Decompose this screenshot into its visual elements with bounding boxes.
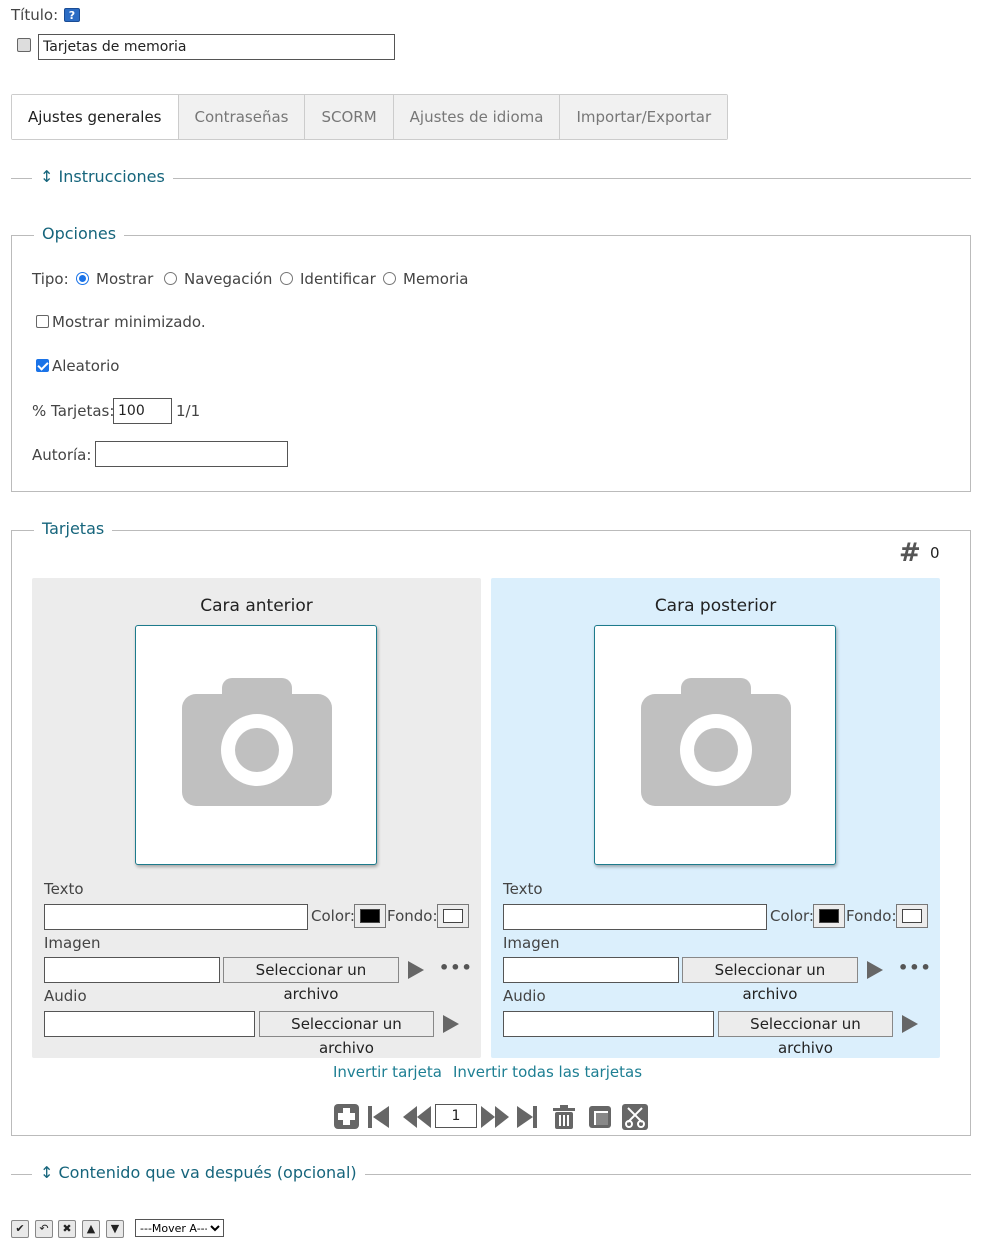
back-audio-label: Audio xyxy=(503,987,546,1005)
hash-icon: # xyxy=(899,538,921,568)
help-icon[interactable]: ? xyxy=(64,8,80,22)
back-image-select-button[interactable]: Seleccionar un archivo xyxy=(682,957,858,1003)
title-input[interactable] xyxy=(38,34,395,60)
back-text-label: Texto xyxy=(503,880,543,898)
edit-icon[interactable] xyxy=(17,38,31,52)
options-legend: Opciones xyxy=(34,224,125,243)
minimized-checkbox[interactable] xyxy=(36,315,49,328)
move-to-select[interactable]: ---Mover A--- xyxy=(135,1219,224,1237)
back-audio-input[interactable] xyxy=(503,1011,714,1037)
type-option-show[interactable]: Mostrar xyxy=(76,270,153,288)
front-color-label: Color: xyxy=(311,907,355,925)
tab-general-settings[interactable]: Ajustes generales xyxy=(12,95,178,139)
front-image-input[interactable] xyxy=(44,957,220,983)
back-bg-label: Fondo: xyxy=(846,907,897,925)
back-bg-color-swatch[interactable] xyxy=(896,904,928,928)
camera-icon xyxy=(182,678,332,806)
copy-card-icon[interactable] xyxy=(589,1106,611,1128)
front-image-label: Imagen xyxy=(44,934,101,952)
front-text-input[interactable] xyxy=(44,904,308,930)
back-image-label: Imagen xyxy=(503,934,560,952)
after-content-toggle[interactable]: ↕ Contenido que va después (opcional) xyxy=(32,1163,365,1182)
move-up-icon[interactable]: ▲ xyxy=(82,1220,100,1238)
type-option-identify[interactable]: Identificar xyxy=(280,270,376,288)
front-image-select-button[interactable]: Seleccionar un archivo xyxy=(223,957,399,1003)
back-audio-play-icon[interactable] xyxy=(902,1015,918,1033)
back-image-preview[interactable] xyxy=(594,625,836,865)
card-number-input[interactable] xyxy=(435,1104,477,1128)
front-image-preview[interactable] xyxy=(135,625,377,865)
delete-icon[interactable]: ✖ xyxy=(58,1220,76,1238)
percent-ratio: 1/1 xyxy=(176,402,201,420)
type-option-memory[interactable]: Memoria xyxy=(383,270,469,288)
back-color-label: Color: xyxy=(770,907,814,925)
front-audio-select-button[interactable]: Seleccionar un archivo xyxy=(259,1011,434,1057)
back-text-color-swatch[interactable] xyxy=(813,904,845,928)
type-label: Tipo: xyxy=(32,270,69,288)
front-audio-play-icon[interactable] xyxy=(443,1015,459,1033)
front-audio-label: Audio xyxy=(44,987,87,1005)
author-label: Autoría: xyxy=(32,446,92,464)
back-audio-select-button[interactable]: Seleccionar un archivo xyxy=(718,1011,893,1057)
add-card-icon[interactable] xyxy=(334,1104,359,1129)
tab-passwords[interactable]: Contraseñas xyxy=(177,95,305,139)
next-card-icon[interactable] xyxy=(481,1106,509,1128)
tab-bar: Ajustes generales Contraseñas SCORM Ajus… xyxy=(11,94,729,140)
back-image-input[interactable] xyxy=(503,957,679,983)
front-image-play-icon[interactable] xyxy=(408,961,424,979)
radio-show[interactable] xyxy=(76,272,89,285)
front-text-color-swatch[interactable] xyxy=(354,904,386,928)
previous-card-icon[interactable] xyxy=(403,1106,431,1128)
percent-input[interactable] xyxy=(113,398,172,424)
random-checkbox[interactable] xyxy=(36,359,49,372)
move-down-icon[interactable]: ▼ xyxy=(106,1220,124,1238)
front-bg-color-swatch[interactable] xyxy=(437,904,469,928)
front-text-label: Texto xyxy=(44,880,84,898)
invert-card-link[interactable]: Invertir tarjeta xyxy=(333,1063,442,1081)
front-image-more-icon[interactable]: ••• xyxy=(439,958,473,977)
random-option[interactable]: Aleatorio xyxy=(36,357,119,375)
instructions-toggle[interactable]: ↕ Instrucciones xyxy=(32,167,173,186)
type-option-navigation[interactable]: Navegación xyxy=(164,270,272,288)
confirm-icon[interactable]: ✔ xyxy=(11,1220,29,1238)
undo-icon[interactable]: ↶ xyxy=(35,1220,53,1238)
tab-scorm[interactable]: SCORM xyxy=(304,95,393,139)
card-nav-toolbar xyxy=(334,1104,648,1130)
back-text-input[interactable] xyxy=(503,904,767,930)
front-card-title: Cara anterior xyxy=(200,596,313,616)
author-input[interactable] xyxy=(95,441,288,467)
tab-language-settings[interactable]: Ajustes de idioma xyxy=(392,95,560,139)
front-bg-label: Fondo: xyxy=(387,907,438,925)
radio-memory[interactable] xyxy=(383,272,396,285)
radio-navigation[interactable] xyxy=(164,272,177,285)
radio-identify[interactable] xyxy=(280,272,293,285)
front-audio-input[interactable] xyxy=(44,1011,255,1037)
invert-all-cards-link[interactable]: Invertir todas las tarjetas xyxy=(453,1063,642,1081)
back-card-title: Cara posterior xyxy=(654,596,777,616)
first-card-icon[interactable] xyxy=(368,1106,389,1128)
percent-label: % Tarjetas: xyxy=(32,402,115,420)
back-image-play-icon[interactable] xyxy=(867,961,883,979)
minimized-option[interactable]: Mostrar minimizado. xyxy=(36,313,206,331)
title-label: Título: xyxy=(11,6,59,24)
cut-card-icon[interactable] xyxy=(622,1104,648,1130)
back-image-more-icon[interactable]: ••• xyxy=(898,958,932,977)
camera-icon xyxy=(641,678,791,806)
card-count: 0 xyxy=(930,544,940,562)
tab-import-export[interactable]: Importar/Exportar xyxy=(559,95,728,139)
delete-card-icon[interactable] xyxy=(553,1105,575,1129)
last-card-icon[interactable] xyxy=(517,1106,537,1128)
cards-legend: Tarjetas xyxy=(34,519,113,538)
